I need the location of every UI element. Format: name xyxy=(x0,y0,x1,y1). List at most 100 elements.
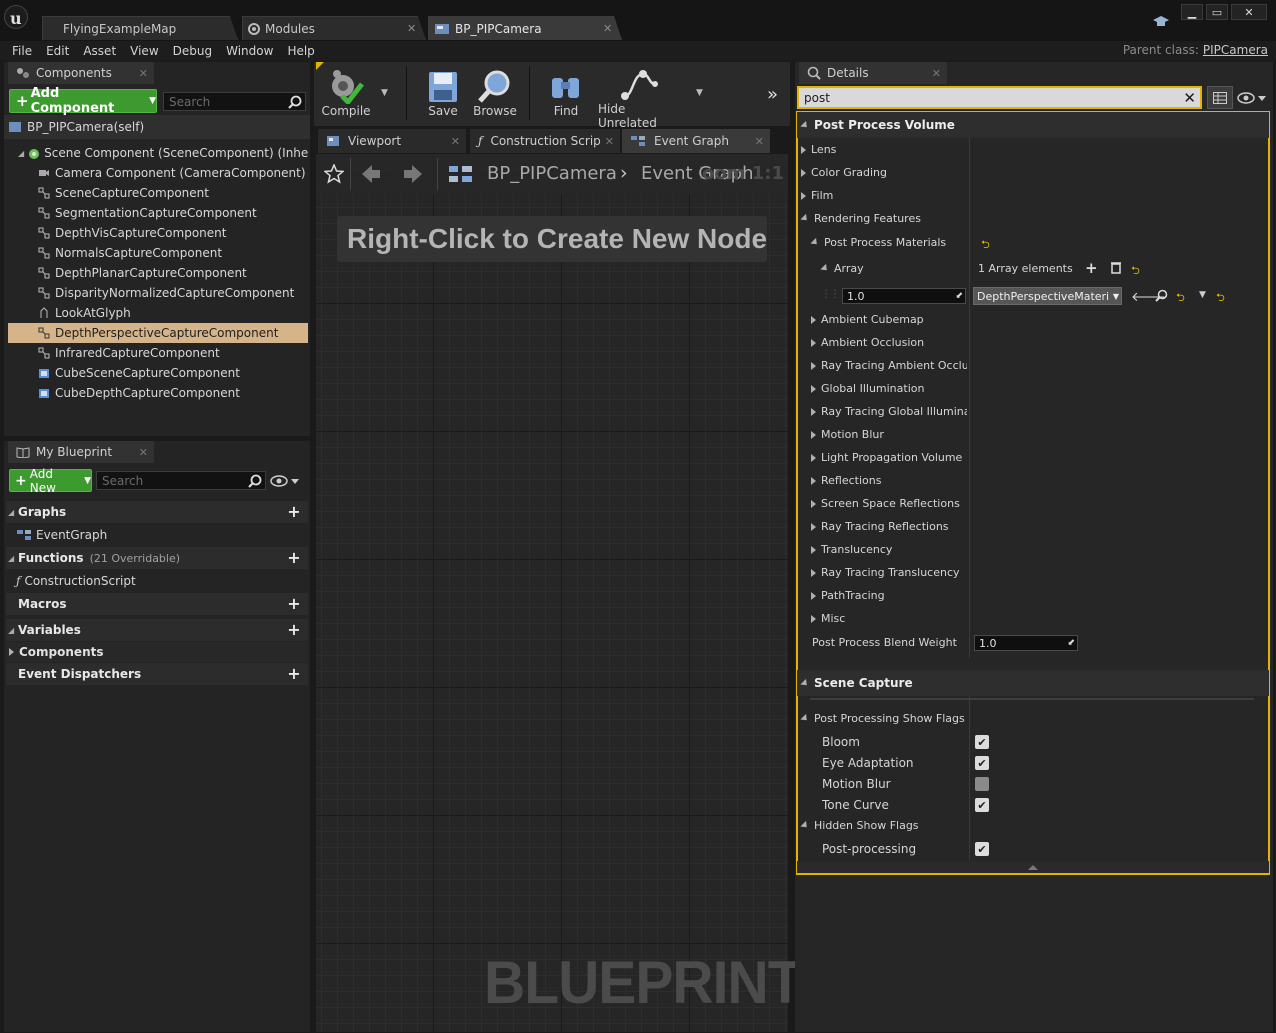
reset-to-default-icon[interactable]: ⮌ xyxy=(981,236,990,255)
close-icon[interactable]: ✕ xyxy=(139,446,148,459)
breadcrumb-blueprint[interactable]: BP_PIPCamera xyxy=(487,163,617,184)
add-new-button[interactable]: + Add New ▼ xyxy=(9,467,92,495)
motion-blur-checkbox[interactable] xyxy=(975,777,989,791)
add-graph-button[interactable]: + xyxy=(286,504,302,520)
add-macro-button[interactable]: + xyxy=(286,596,302,612)
row-lens[interactable]: Lens xyxy=(797,138,1269,161)
hide-unrelated-button[interactable]: Hide Unrelated xyxy=(598,66,680,130)
my-blueprint-tab[interactable]: My Blueprint ✕ xyxy=(8,441,154,463)
row-global-illumination[interactable]: Global Illumination xyxy=(797,377,1269,400)
details-collapse-bar[interactable] xyxy=(797,861,1269,873)
bloom-checkbox[interactable]: ✔ xyxy=(975,735,989,749)
element-options-chevron-icon[interactable]: ▼ xyxy=(1199,290,1206,300)
row-translucency[interactable]: Translucency xyxy=(797,538,1269,561)
component-self-row[interactable]: BP_PIPCamera(self) xyxy=(4,115,310,139)
parent-class-link[interactable]: PIPCamera xyxy=(1203,43,1268,57)
menu-help[interactable]: Help xyxy=(280,44,321,58)
section-functions[interactable]: ◢ Functions (21 Overridable) + xyxy=(6,547,308,569)
reset-to-default-icon[interactable]: ⮌ xyxy=(1176,289,1185,308)
menu-edit[interactable]: Edit xyxy=(39,44,76,58)
components-search-input[interactable]: Search xyxy=(163,92,306,111)
doc-tab-bp-pipcamera[interactable]: BP_PIPCamera ✕ xyxy=(428,16,622,40)
bp-item-eventgraph[interactable]: EventGraph xyxy=(16,526,107,544)
tree-item-depthplanarcapturecomponent[interactable]: DepthPlanarCaptureComponent xyxy=(8,263,308,283)
section-variables[interactable]: ◢ Variables + xyxy=(6,619,308,641)
post-processing-checkbox[interactable]: ✔ xyxy=(975,842,989,856)
details-tab[interactable]: Details ✕ xyxy=(799,62,947,84)
browse-asset-icon[interactable] xyxy=(1155,289,1168,302)
tree-item-camera-component[interactable]: Camera Component (CameraComponent) (Inhe… xyxy=(8,163,308,183)
find-button[interactable]: Find xyxy=(546,66,586,120)
row-post-process-materials[interactable]: Post Process Materials xyxy=(797,231,1269,254)
doc-tab-flyingexamplemap[interactable]: FlyingExampleMap xyxy=(42,16,238,40)
section-macros[interactable]: Macros + xyxy=(6,593,308,615)
row-rt-global-illumination[interactable]: Ray Tracing Global Illumination xyxy=(797,400,967,423)
compile-options-chevron-icon[interactable]: ▼ xyxy=(381,88,388,98)
property-matrix-button[interactable] xyxy=(1207,86,1233,109)
tab-viewport[interactable]: Viewport ✕ xyxy=(318,129,466,153)
favorite-star-icon[interactable] xyxy=(324,164,344,184)
browse-button[interactable]: Browse xyxy=(472,66,518,120)
row-color-grading[interactable]: Color Grading xyxy=(797,161,1269,184)
doc-tab-modules[interactable]: Modules ✕ xyxy=(242,16,426,40)
tree-item-infraredcapturecomponent[interactable]: InfraredCaptureComponent xyxy=(8,343,308,363)
tree-item-cubedepthcapturecomponent[interactable]: CubeDepthCaptureComponent xyxy=(8,383,308,403)
tree-item-normalscapturecomponent[interactable]: NormalsCaptureComponent xyxy=(8,243,308,263)
components-tab[interactable]: Components ✕ xyxy=(8,62,154,84)
save-button[interactable]: Save xyxy=(423,66,463,120)
row-post-processing-show-flags[interactable]: Post Processing Show Flags xyxy=(797,707,1269,730)
row-rt-ambient-occlusion[interactable]: Ray Tracing Ambient Occlusion xyxy=(797,354,967,377)
row-motion-blur[interactable]: Motion Blur xyxy=(797,423,1269,446)
back-arrow-icon[interactable] xyxy=(360,163,382,185)
row-reflections[interactable]: Reflections xyxy=(797,469,1269,492)
minimize-button[interactable]: ▁ xyxy=(1181,4,1203,20)
tab-construction-script[interactable]: ƒ Construction Scrip ✕ xyxy=(470,129,620,153)
unreal-logo-icon[interactable]: u xyxy=(4,5,28,29)
drag-handle-icon[interactable]: ⋮⋮ xyxy=(821,289,840,300)
tree-item-depthviscapturecomponent[interactable]: DepthVisCaptureComponent xyxy=(8,223,308,243)
tree-item-lookatglyph[interactable]: LookAtGlyph xyxy=(8,303,308,323)
menu-window[interactable]: Window xyxy=(219,44,280,58)
add-element-icon[interactable]: + xyxy=(1085,259,1098,277)
add-dispatcher-button[interactable]: + xyxy=(286,666,302,682)
tree-item-disparitynormalizedcapturecomponent[interactable]: DisparityNormalizedCaptureComponent xyxy=(8,283,308,303)
view-options-eye-icon[interactable] xyxy=(1237,91,1267,105)
close-icon[interactable]: ✕ xyxy=(932,67,941,80)
row-hidden-show-flags[interactable]: Hidden Show Flags xyxy=(797,814,1269,837)
add-function-button[interactable]: + xyxy=(286,550,302,566)
toolbar-overflow-icon[interactable]: » xyxy=(767,84,778,105)
tree-item-cubescenecapturecomponent[interactable]: CubeSceneCaptureComponent xyxy=(8,363,308,383)
tree-item-scenecapturecomponent[interactable]: SceneCaptureComponent xyxy=(8,183,308,203)
material-dropdown[interactable]: DepthPerspectiveMaterial ▼ xyxy=(973,287,1122,305)
row-pathtracing[interactable]: PathTracing xyxy=(797,584,1269,607)
row-rt-translucency[interactable]: Ray Tracing Translucency xyxy=(797,561,1269,584)
reset-to-default-icon[interactable]: ⮌ xyxy=(1216,289,1225,308)
category-scene-capture[interactable]: Scene Capture xyxy=(797,670,1269,696)
add-component-button[interactable]: + Add Component ▼ xyxy=(9,86,157,116)
array-element-value-input[interactable]: 1.0 ⬋ xyxy=(842,288,966,304)
category-post-process-volume[interactable]: Post Process Volume xyxy=(797,112,1269,138)
menu-asset[interactable]: Asset xyxy=(76,44,123,58)
menu-debug[interactable]: Debug xyxy=(166,44,219,58)
menu-file[interactable]: File xyxy=(5,44,39,58)
close-icon[interactable]: ✕ xyxy=(605,135,614,148)
trash-icon[interactable] xyxy=(1110,261,1122,274)
add-variable-button[interactable]: + xyxy=(286,622,302,638)
bp-item-constructionscript[interactable]: ƒ ConstructionScript xyxy=(16,572,136,590)
my-blueprint-search-input[interactable]: Search xyxy=(96,471,266,490)
clear-search-icon[interactable]: ✕ xyxy=(1183,89,1196,107)
close-icon[interactable]: ✕ xyxy=(451,135,460,148)
section-event-dispatchers[interactable]: Event Dispatchers + xyxy=(6,663,308,685)
section-graphs[interactable]: ◢ Graphs + xyxy=(6,501,308,523)
event-graph-canvas[interactable] xyxy=(316,154,788,1032)
row-misc[interactable]: Misc xyxy=(797,607,1269,630)
compile-button[interactable]: Compile xyxy=(321,66,371,120)
close-icon[interactable]: ✕ xyxy=(139,67,148,80)
graduation-cap-icon[interactable] xyxy=(1152,14,1170,30)
forward-arrow-icon[interactable] xyxy=(402,163,424,185)
tone-curve-checkbox[interactable]: ✔ xyxy=(975,798,989,812)
row-rt-reflections[interactable]: Ray Tracing Reflections xyxy=(797,515,1269,538)
maximize-button[interactable]: ▭ xyxy=(1206,4,1228,20)
row-ambient-occlusion[interactable]: Ambient Occlusion xyxy=(797,331,1269,354)
eye-adaptation-checkbox[interactable]: ✔ xyxy=(975,756,989,770)
